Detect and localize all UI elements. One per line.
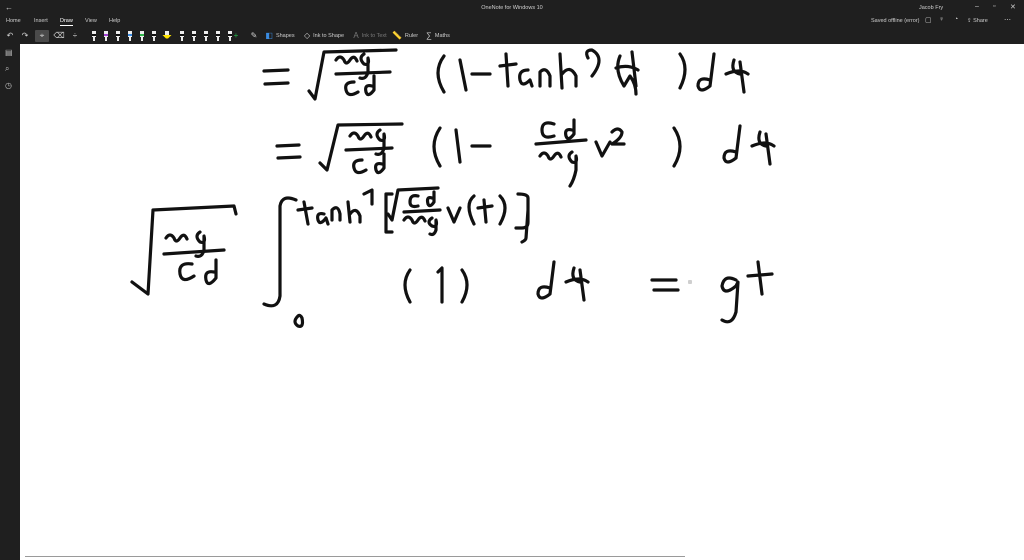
pen-icon [92,30,96,42]
tab-draw[interactable]: Draw [60,18,73,26]
onenote-window: ← OneNote for Windows 10 Jacob Fry – ▫ ✕… [0,0,1024,560]
ink-to-shape-button[interactable]: ◇ Ink to Shape [303,30,345,42]
highlighter-icon [162,30,172,42]
more-options-icon[interactable]: ⋯ [1004,16,1011,24]
recent-notes-icon[interactable]: ◷ [5,81,12,90]
pen-black-6-button[interactable] [200,30,212,42]
undo-button[interactable]: ↶ [4,30,16,42]
ink-line-2 [275,118,776,188]
ruler-label: Ruler [404,33,419,39]
pen-black-2-button[interactable] [112,30,124,42]
handwritten-ink [130,48,776,328]
pen-icon [128,30,132,42]
left-navigation-strip: ▤ ⌕ ◷ [0,44,20,560]
ink-to-text-label: Ink to Text [361,33,387,39]
notebooks-icon[interactable]: ▤ [5,48,13,57]
ruler-button[interactable]: 📏 Ruler [392,30,418,42]
ink-to-text-button[interactable]: A Ink to Text [352,30,388,42]
ruler-icon: 📏 [391,31,402,40]
pen-icon [192,30,196,42]
ink-line-3 [130,186,774,328]
pen-settings-icon: ✎ [250,31,258,40]
close-icon[interactable]: ✕ [1010,3,1016,11]
note-canvas[interactable] [20,44,1024,560]
eraser-icon: ⌫ [53,31,65,40]
pen-icon [140,30,144,42]
add-pen-button[interactable]: + [231,30,241,42]
draw-toolbar: ↶ ↷ ⌖ ⌫ ÷ + ✎ ◧ Shapes ◇ Ink to Shape A Ink… [0,28,1024,44]
add-space-icon: ÷ [72,31,78,40]
pen-icon [116,30,120,42]
tab-view[interactable]: View [85,18,97,24]
notebook-icon[interactable]: ▢ [925,16,932,24]
ink-to-text-icon: A [353,31,359,40]
plus-icon: + [233,31,239,40]
window-title: OneNote for Windows 10 [481,5,543,11]
pen-icon [180,30,184,42]
search-icon[interactable]: ⌕ [5,64,9,74]
share-icon: ⇪ [967,18,972,24]
ink-to-shape-icon: ◇ [303,31,311,40]
minimize-icon[interactable]: – [975,3,979,10]
pen-icon [204,30,208,42]
horizontal-scrollbar[interactable] [25,556,685,557]
ink-to-shape-label: Ink to Shape [313,33,345,39]
pen-cursor [688,280,692,284]
pen-black-5-button[interactable] [188,30,200,42]
menu-bar: Home Insert Draw View Help Saved offline… [0,16,1024,28]
tab-insert[interactable]: Insert [34,18,48,24]
pen-icon [152,30,156,42]
shapes-button[interactable]: ◧ Shapes [264,30,296,42]
maths-button[interactable]: ∑ Maths [424,30,452,42]
bell-icon[interactable]: ◔ [954,16,958,23]
share-button[interactable]: ⇪ Share [967,18,988,24]
redo-button[interactable]: ↷ [19,30,31,42]
lightbulb-icon[interactable]: ♀ [939,16,944,23]
pen-black-3-button[interactable] [148,30,160,42]
pen-green-button[interactable] [136,30,148,42]
title-bar: ← OneNote for Windows 10 Jacob Fry – ▫ ✕ [0,0,1024,16]
maths-icon: ∑ [426,31,432,40]
maximize-icon[interactable]: ▫ [993,3,995,10]
ink-line-1 [262,48,750,101]
pen-icon [216,30,220,42]
pen-blue-button[interactable] [124,30,136,42]
tab-help[interactable]: Help [109,18,120,24]
maths-label: Maths [434,33,450,39]
undo-icon: ↶ [6,31,14,40]
share-label: Share [973,18,988,24]
redo-icon: ↷ [21,31,29,40]
lasso-icon: ⌖ [39,31,45,40]
tab-home[interactable]: Home [6,18,21,24]
pen-black-button[interactable] [88,30,100,42]
pen-purple-button[interactable] [100,30,112,42]
pen-settings-button[interactable]: ✎ [248,30,260,42]
pen-black-7-button[interactable] [212,30,224,42]
pen-icon [104,30,108,42]
space-insert-button[interactable]: ÷ [69,30,81,42]
saved-status[interactable]: Saved offline (error) [871,18,920,24]
eraser-button[interactable]: ⌫ [53,30,65,42]
shapes-label: Shapes [275,33,295,39]
shapes-icon: ◧ [265,31,273,40]
pen-tray [88,30,238,42]
user-name[interactable]: Jacob Fry [919,5,943,11]
highlighter-yellow-button[interactable] [160,30,174,42]
lasso-select-button[interactable]: ⌖ [35,30,49,42]
pen-black-4-button[interactable] [176,30,188,42]
